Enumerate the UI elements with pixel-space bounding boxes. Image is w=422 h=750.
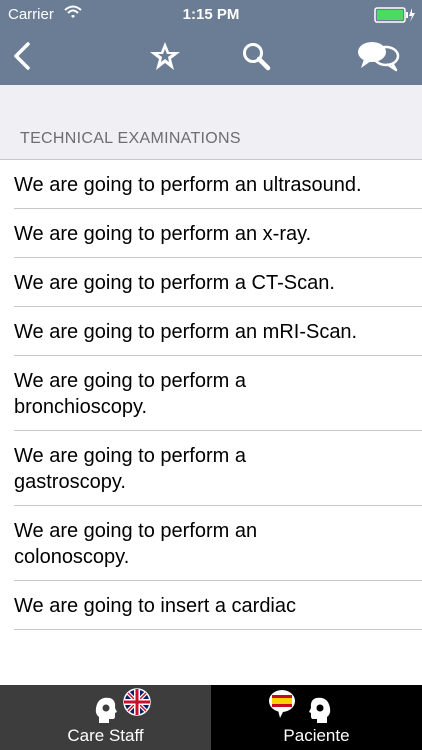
tab-patient[interactable]: Paciente <box>211 685 422 750</box>
chevron-left-icon <box>12 41 32 76</box>
star-icon <box>148 40 182 77</box>
navigation-bar <box>0 30 422 85</box>
speaker-head-icon <box>92 695 122 730</box>
uk-flag-icon <box>123 688 151 721</box>
tab-care-staff-label: Care Staff <box>67 726 144 745</box>
list-item[interactable]: We are going to perform a CT-Scan. <box>0 258 422 307</box>
patient-head-icon <box>304 695 334 730</box>
spain-flag-icon <box>268 688 296 725</box>
list-item[interactable]: We are going to insert a cardiac <box>0 581 422 630</box>
list-item[interactable]: We are going to perform a bronchioscopy. <box>0 356 422 431</box>
tab-patient-label: Paciente <box>283 726 350 745</box>
search-icon <box>240 40 272 77</box>
section-header: TECHNICAL EXAMINATIONS <box>20 130 241 147</box>
tab-bar: Care Staff Paciente <box>0 685 422 750</box>
list-item[interactable]: We are going to perform an mRI-Scan. <box>0 307 422 356</box>
list-item[interactable]: We are going to perform an colonoscopy. <box>0 506 422 581</box>
favorites-button[interactable] <box>145 38 185 78</box>
list-item[interactable]: We are going to perform an ultrasound. <box>0 160 422 209</box>
list-item[interactable]: We are going to perform an x-ray. <box>0 209 422 258</box>
speech-bubbles-icon <box>356 39 400 78</box>
status-bar: Carrier 1:15 PM <box>0 0 422 30</box>
phrase-list[interactable]: We are going to perform an ultrasound. W… <box>0 159 422 686</box>
clock-label: 1:15 PM <box>182 6 240 23</box>
search-button[interactable] <box>236 38 276 78</box>
back-button[interactable] <box>2 38 42 78</box>
list-item[interactable]: We are going to perform a gastroscopy. <box>0 431 422 506</box>
battery-icon <box>374 7 416 27</box>
tab-care-staff[interactable]: Care Staff <box>0 685 211 750</box>
conversation-button[interactable] <box>356 38 400 78</box>
